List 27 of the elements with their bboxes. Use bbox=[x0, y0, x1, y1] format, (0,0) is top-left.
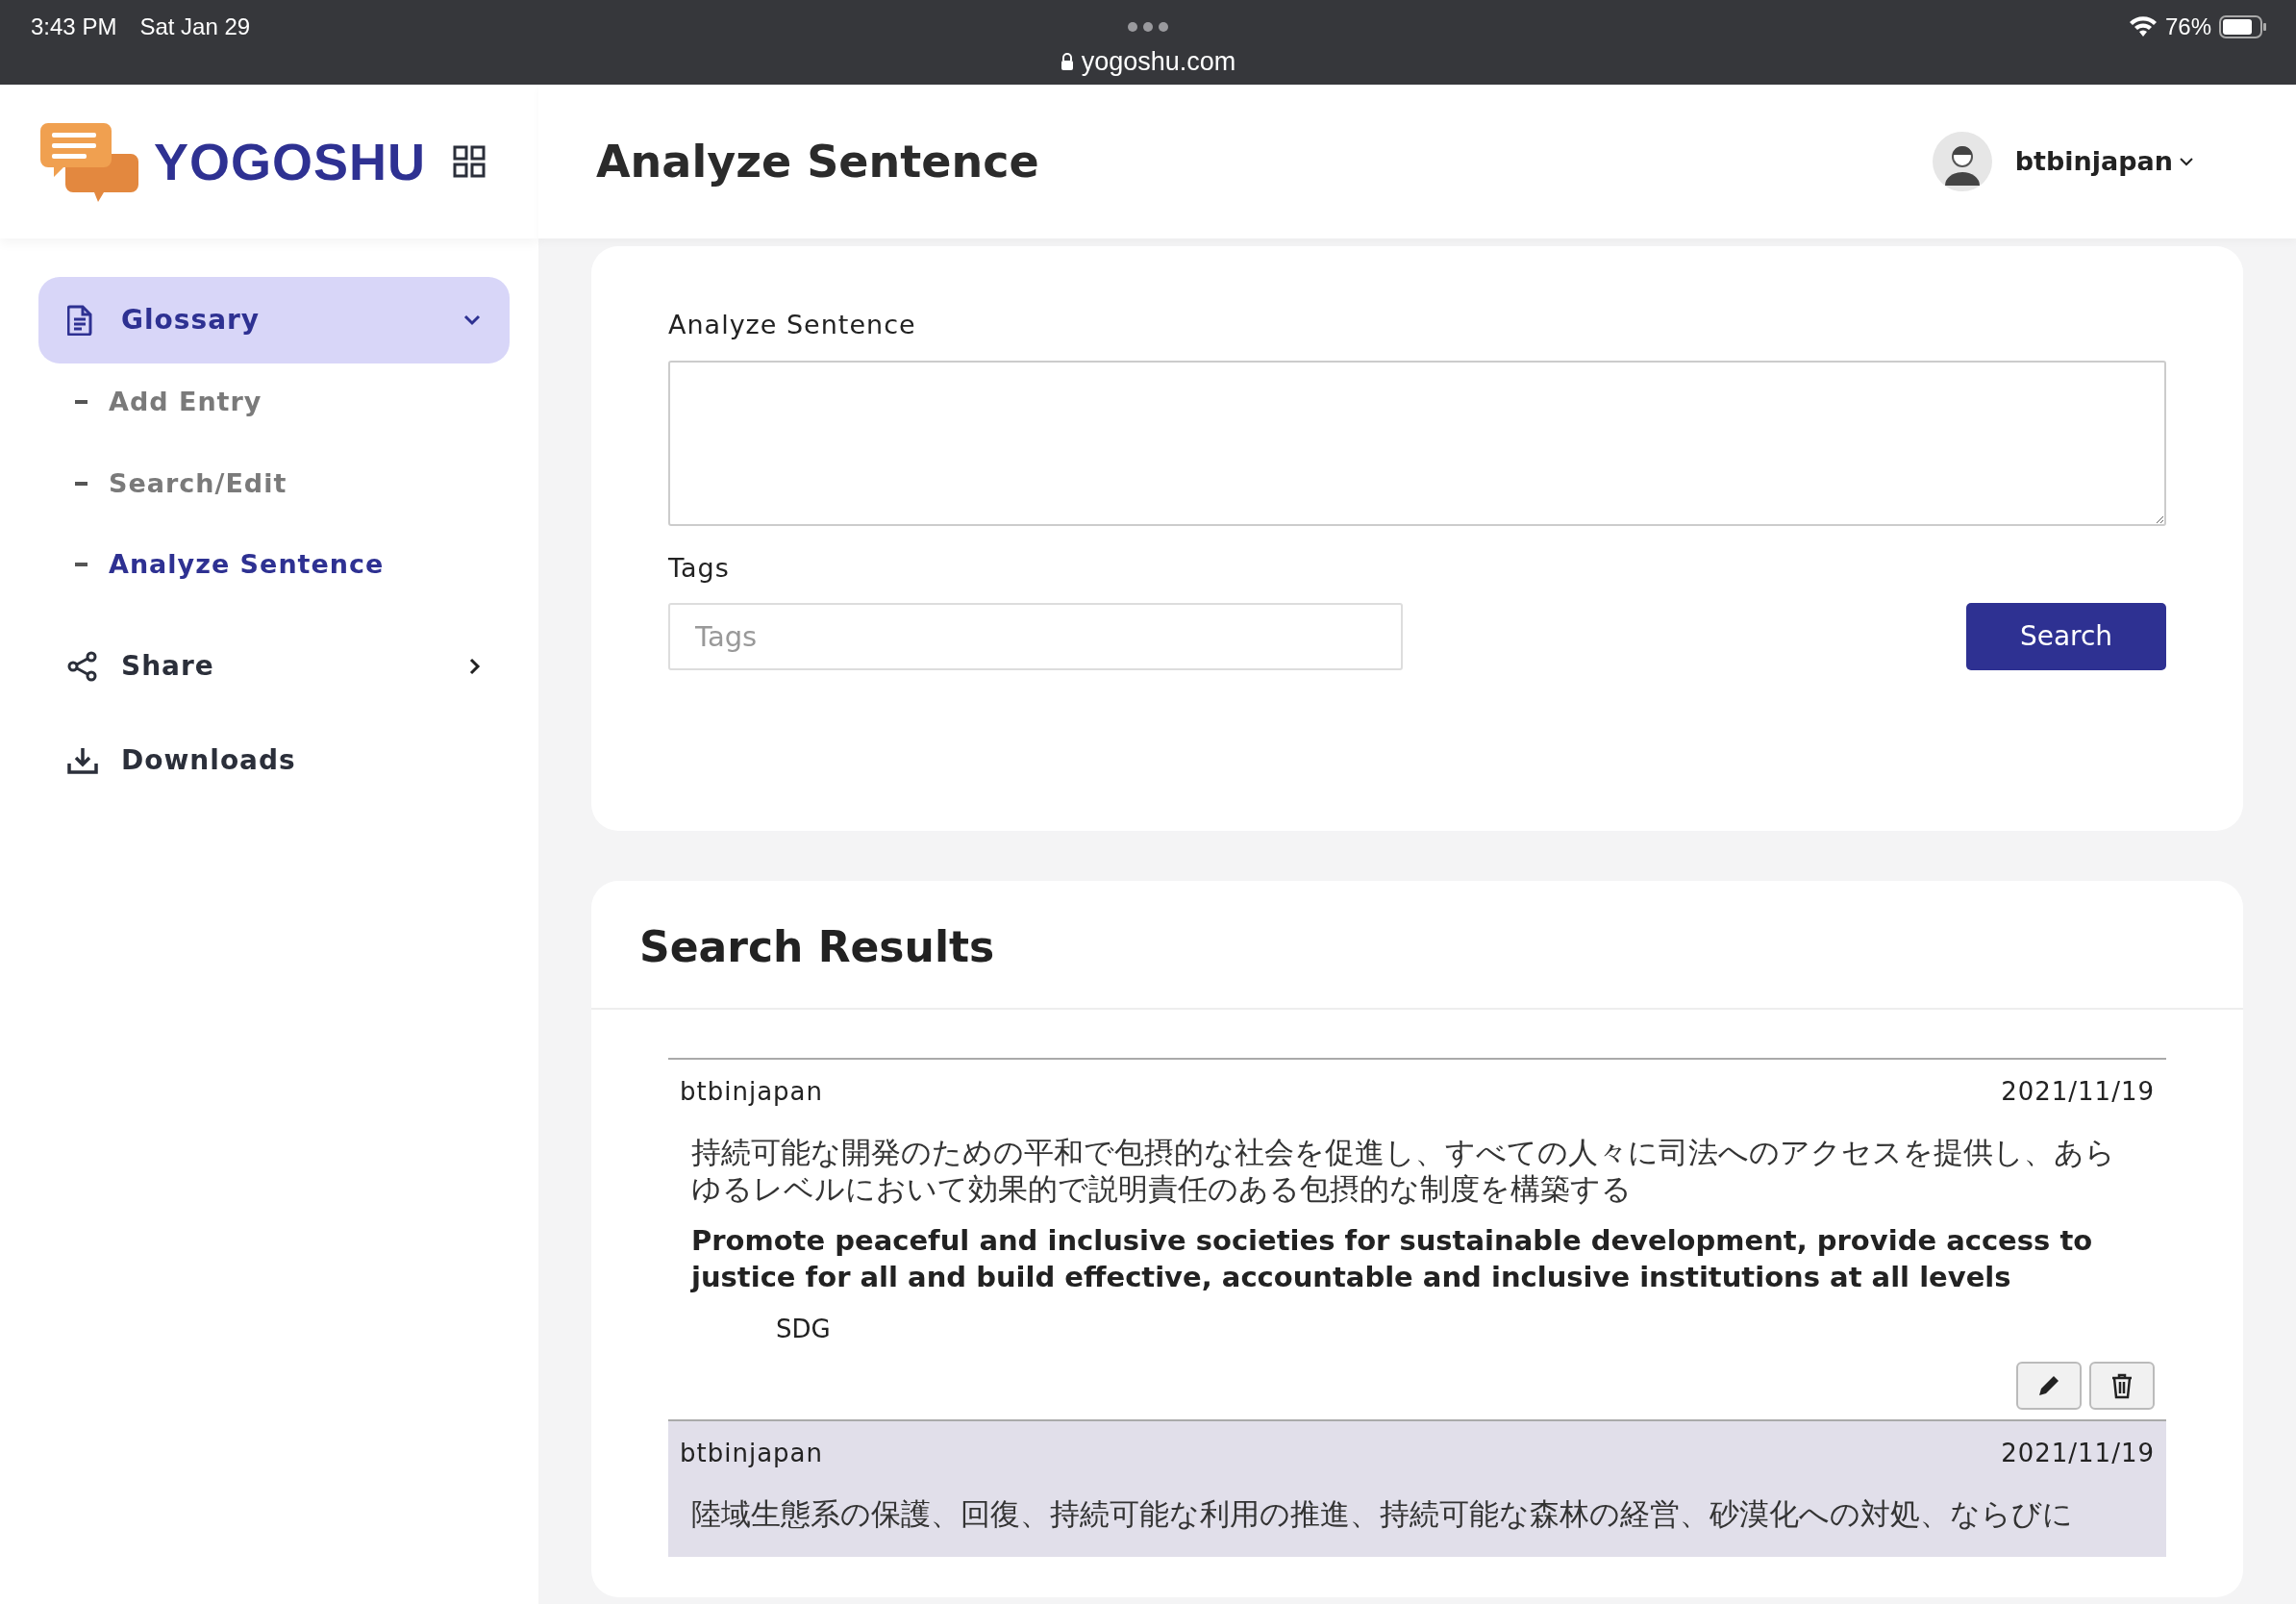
field-label: Analyze Sentence bbox=[668, 309, 917, 341]
search-button[interactable]: Search bbox=[1966, 603, 2166, 670]
sidebar-item[interactable]: Glossary bbox=[38, 277, 510, 363]
battery-percent: 76% bbox=[2164, 13, 2211, 41]
translation-text: Promote peaceful and inclusive societies for sustainable development, provide access to justice for all and build effective, accountable and inclusive institutions at all levels bbox=[689, 1223, 2094, 1295]
entry-author: btbinjapan bbox=[680, 1076, 823, 1108]
brand-name: YOGOSHU bbox=[154, 131, 427, 192]
submenu-item[interactable]: Search/Edit bbox=[109, 464, 287, 503]
submenu-item[interactable]: Add Entry bbox=[109, 383, 262, 422]
source-text: 持続可能な開発のための平和で包摂的な社会を促進し、すべての人々に司法へのアクセスを提供し、あらゆるレベルにおいて効果的で説明責任のある包摂的な制度を構築する bbox=[690, 1134, 2116, 1207]
entry-date: 2021/11/19 bbox=[2001, 1438, 2155, 1469]
result-entry[interactable]: btbinjapan 2021/11/19 陸域生態系の保護、回復、持続可能な利用の推進、持続可能な森林の経営、砂漠化への対処、ならびに bbox=[668, 1419, 2166, 1557]
entry-author: btbinjapan bbox=[680, 1438, 823, 1469]
field-label: Tags bbox=[668, 551, 731, 585]
submenu-item[interactable]: Analyze Sentence bbox=[109, 545, 385, 585]
tags-input[interactable]: Tags bbox=[668, 603, 1403, 670]
status-time: 3:43 PM bbox=[31, 13, 117, 41]
section-title: Search Results bbox=[591, 881, 2243, 1010]
status-date: Sat Jan 29 bbox=[139, 13, 251, 41]
tag-label: SDG bbox=[776, 1315, 831, 1343]
sidebar-item[interactable]: Share bbox=[38, 622, 510, 710]
sidebar-item[interactable]: Downloads bbox=[38, 716, 510, 804]
source-text: 陸域生態系の保護、回復、持続可能な利用の推進、持続可能な森林の経営、砂漠化への対処、ならびに bbox=[690, 1495, 2074, 1532]
user-menu[interactable]: btbinjapan bbox=[1932, 132, 2194, 191]
entry-date: 2021/11/19 bbox=[2001, 1076, 2155, 1108]
url-text[interactable]: yogoshu.com bbox=[1081, 42, 1236, 82]
page-title: Analyze Sentence bbox=[596, 134, 1039, 189]
